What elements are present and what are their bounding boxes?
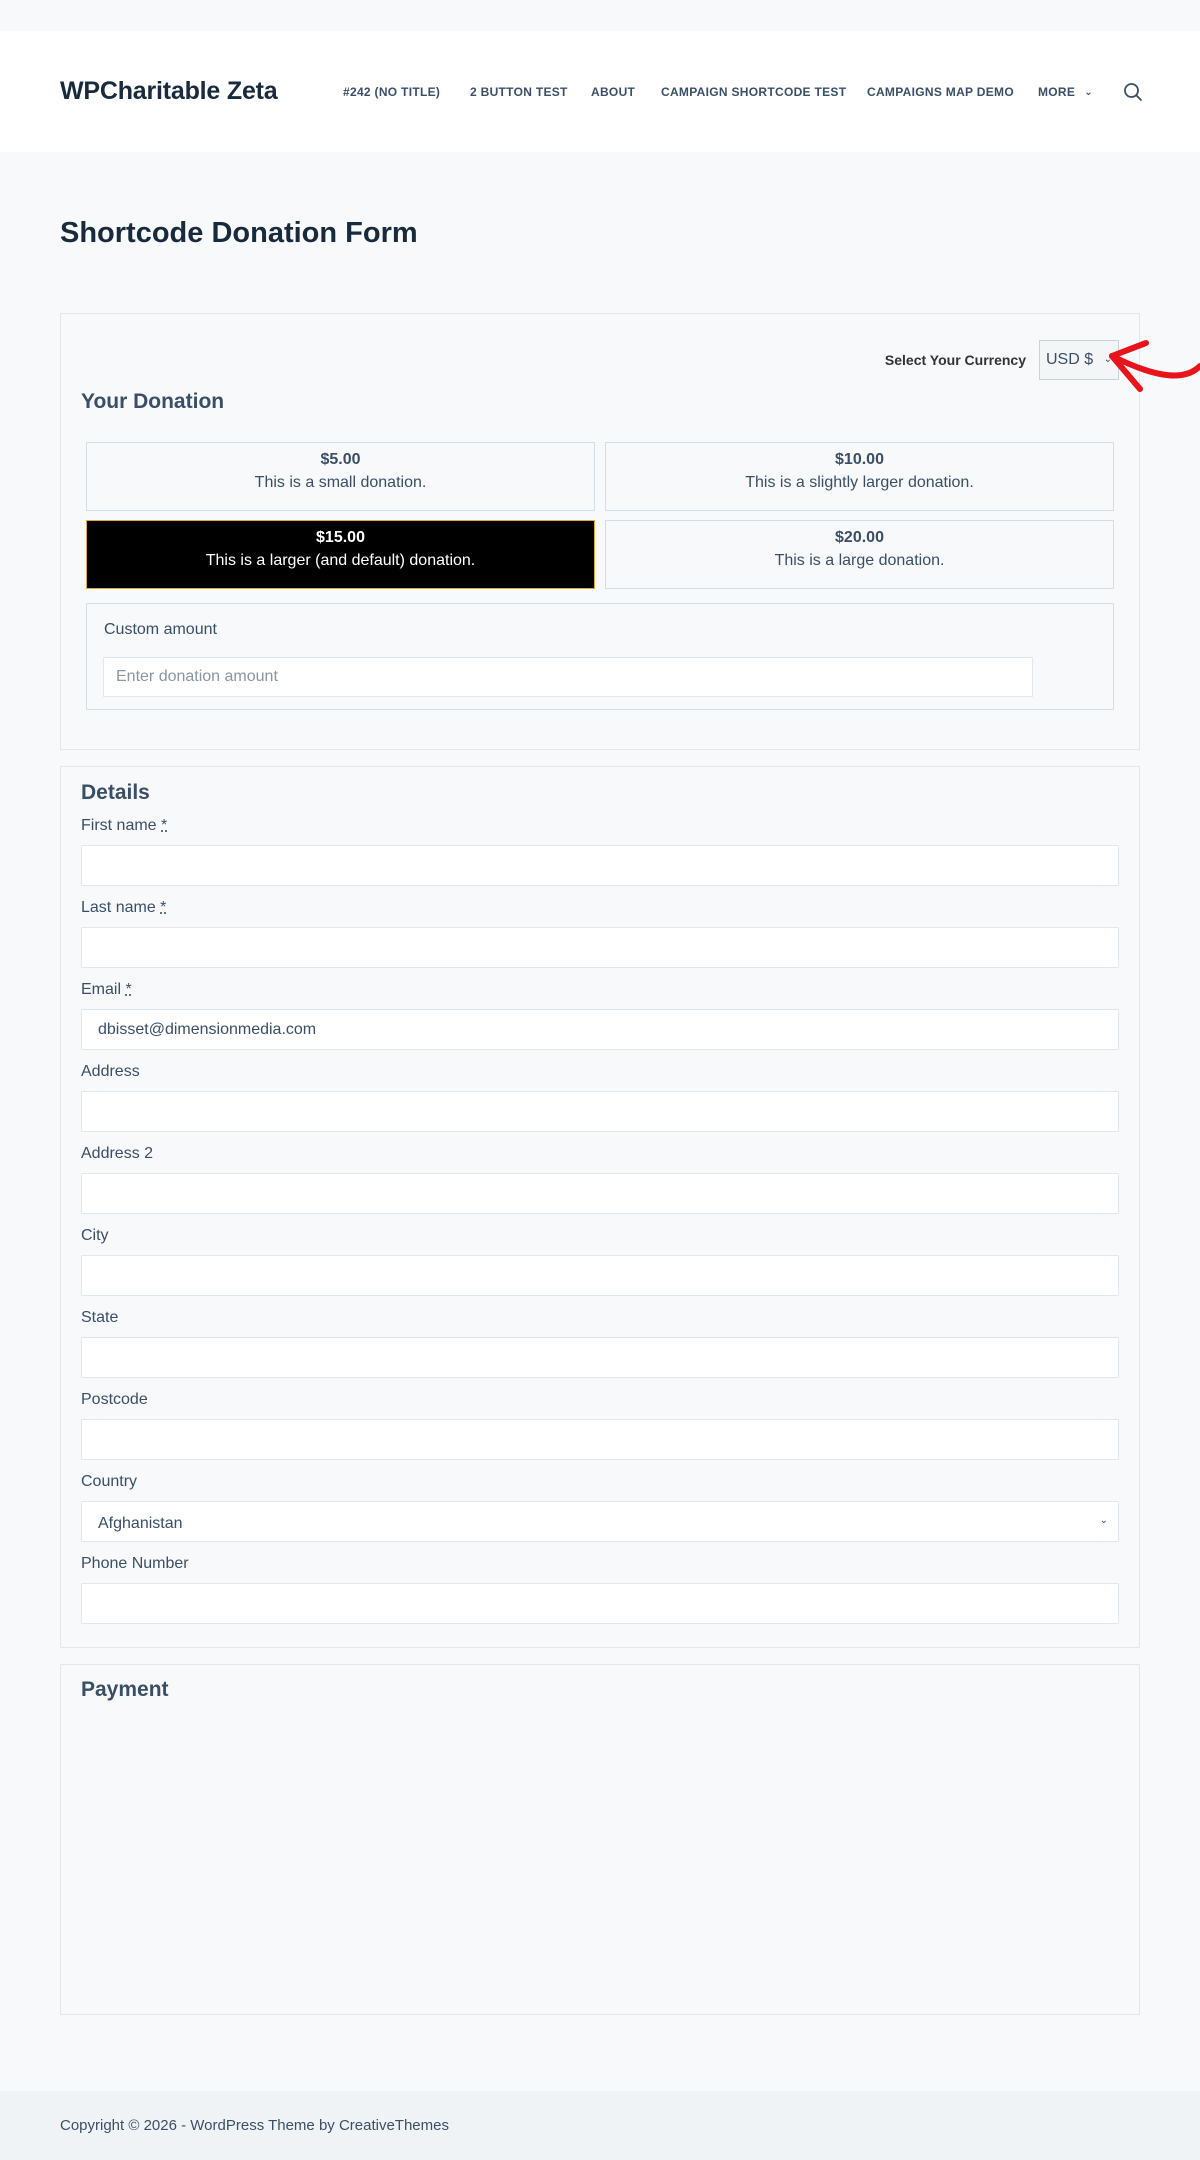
amount-value: $5.00 — [320, 451, 361, 468]
amount-option-15[interactable]: $15.00 This is a larger (and default) do… — [86, 520, 595, 589]
amount-description: This is a slightly larger donation. — [745, 474, 974, 491]
postcode-field[interactable] — [81, 1419, 1119, 1460]
address-2-label: Address 2 — [81, 1145, 154, 1162]
chevron-down-icon: ⌄ — [1099, 1515, 1108, 1526]
state-field[interactable] — [81, 1337, 1119, 1378]
amount-value: $20.00 — [835, 529, 884, 546]
nav-item-242[interactable]: #242 (NO TITLE) — [343, 85, 440, 99]
first-name-field[interactable] — [81, 845, 1119, 886]
nav-item-more[interactable]: MORE ⌄ — [1038, 85, 1093, 99]
phone-number-label: Phone Number — [81, 1555, 189, 1572]
amount-value: $15.00 — [316, 529, 365, 546]
chevron-down-icon: ⌄ — [1084, 87, 1093, 98]
custom-amount-option[interactable]: Custom amount Enter donation amount — [86, 603, 1114, 710]
payment-title: Payment — [81, 1678, 169, 1701]
payment-section: Payment — [60, 1664, 1140, 2015]
nav-item-campaigns-map-demo[interactable]: CAMPAIGNS MAP DEMO — [867, 85, 1014, 99]
amount-description: This is a larger (and default) donation. — [205, 552, 476, 569]
city-field[interactable] — [81, 1255, 1119, 1296]
amount-value: $10.00 — [835, 451, 884, 468]
currency-value: USD $ — [1046, 351, 1094, 368]
amount-description: This is a large donation. — [774, 552, 945, 569]
country-select[interactable]: Afghanistan ⌄ — [81, 1501, 1119, 1542]
city-label: City — [81, 1227, 109, 1244]
nav-item-campaign-shortcode-test[interactable]: CAMPAIGN SHORTCODE TEST — [661, 85, 846, 99]
currency-label: Select Your Currency — [884, 352, 1026, 368]
custom-amount-label: Custom amount — [104, 621, 217, 638]
last-name-field[interactable] — [81, 927, 1119, 968]
custom-amount-input[interactable]: Enter donation amount — [103, 657, 1033, 697]
amount-option-5[interactable]: $5.00 This is a small donation. — [86, 442, 595, 511]
details-section: Details First name * Last name * Email *… — [60, 766, 1140, 1648]
amount-option-10[interactable]: $10.00 This is a slightly larger donatio… — [605, 442, 1114, 511]
site-header: WPCharitable Zeta #242 (NO TITLE) 2 BUTT… — [0, 31, 1200, 152]
email-label: Email * — [81, 981, 132, 998]
address-field[interactable] — [81, 1091, 1119, 1132]
amount-description: This is a small donation. — [254, 474, 427, 491]
email-field[interactable]: dbisset@dimensionmedia.com — [81, 1009, 1119, 1050]
address-2-field[interactable] — [81, 1173, 1119, 1214]
donation-section: Select Your Currency USD $ ⌄ Your Donati… — [60, 313, 1140, 750]
postcode-label: Postcode — [81, 1391, 148, 1408]
nav-item-2-button-test[interactable]: 2 BUTTON TEST — [470, 85, 568, 99]
donation-title: Your Donation — [81, 390, 225, 413]
country-value: Afghanistan — [98, 1515, 183, 1532]
page-title: Shortcode Donation Form — [60, 217, 418, 249]
search-icon[interactable] — [1122, 81, 1144, 103]
last-name-label: Last name * — [81, 899, 167, 916]
top-strip — [0, 0, 1200, 31]
address-label: Address — [81, 1063, 140, 1080]
phone-number-field[interactable] — [81, 1583, 1119, 1624]
amount-option-20[interactable]: $20.00 This is a large donation. — [605, 520, 1114, 589]
required-mark: * — [160, 899, 167, 916]
state-label: State — [81, 1309, 119, 1326]
annotation-arrow-icon — [1109, 340, 1200, 392]
nav-more-label: MORE — [1038, 85, 1076, 99]
required-mark: * — [125, 981, 132, 998]
nav-item-about[interactable]: ABOUT — [591, 85, 635, 99]
first-name-label: First name * — [81, 817, 168, 834]
details-title: Details — [81, 781, 150, 804]
main-nav: #242 (NO TITLE) 2 BUTTON TEST ABOUT CAMP… — [0, 85, 1200, 109]
country-label: Country — [81, 1473, 138, 1490]
required-mark: * — [161, 817, 168, 834]
footer-copyright: Copyright © 2026 - WordPress Theme by Cr… — [60, 2117, 449, 2134]
site-footer: Copyright © 2026 - WordPress Theme by Cr… — [0, 2091, 1200, 2160]
